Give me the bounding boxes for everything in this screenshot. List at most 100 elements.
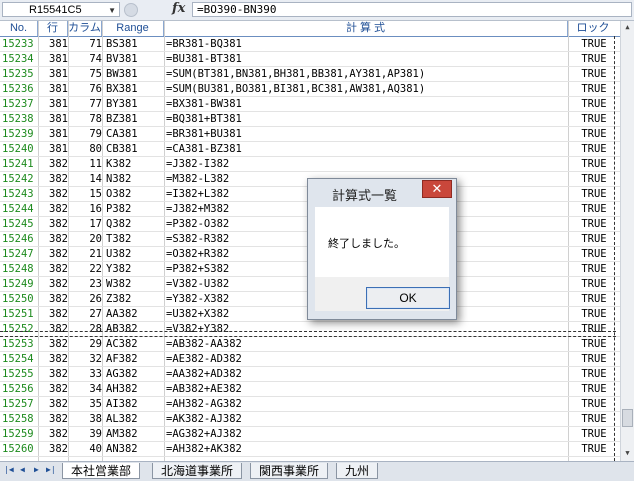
cell-row[interactable]: 382	[38, 202, 68, 216]
cell-col[interactable]: 11	[68, 157, 102, 171]
cell-lock[interactable]: TRUE	[570, 247, 618, 261]
cell-no[interactable]: 15239	[2, 127, 40, 141]
table-row[interactable]: 15253 382 29 AC382 =AB382-AA382 TRUE	[0, 337, 620, 352]
cell-col[interactable]: 75	[68, 67, 102, 81]
cell-col[interactable]: 34	[68, 382, 102, 396]
cell-formula[interactable]: =AB382-AA382	[166, 337, 566, 351]
header-range[interactable]: Range	[102, 21, 164, 36]
cell-col[interactable]: 76	[68, 82, 102, 96]
table-row[interactable]: 15240 381 80 CB381 =CA381-BZ381 TRUE	[0, 142, 620, 157]
cell-row[interactable]: 381	[38, 127, 68, 141]
cell-lock[interactable]: TRUE	[570, 202, 618, 216]
cell-range[interactable]: K382	[106, 157, 162, 171]
cell-no[interactable]: 15235	[2, 67, 40, 81]
cell-col[interactable]: 17	[68, 217, 102, 231]
cell-row[interactable]: 382	[38, 367, 68, 381]
last-sheet-icon[interactable]: ▶|	[46, 465, 56, 474]
cell-no[interactable]: 15233	[2, 37, 40, 51]
scrollbar-thumb[interactable]	[622, 409, 633, 427]
cell-lock[interactable]: TRUE	[570, 367, 618, 381]
cell-col[interactable]: 23	[68, 277, 102, 291]
cell-lock[interactable]: TRUE	[570, 37, 618, 51]
cell-range[interactable]: Y382	[106, 262, 162, 276]
cell-formula[interactable]: =BX381-BW381	[166, 97, 566, 111]
table-row[interactable]: 15233 381 71 BS381 =BR381-BQ381 TRUE	[0, 37, 620, 52]
header-col[interactable]: カラム	[68, 21, 102, 36]
cell-row[interactable]: 382	[38, 412, 68, 426]
cell-range[interactable]: BV381	[106, 52, 162, 66]
cell-row[interactable]: 382	[38, 307, 68, 321]
cell-range[interactable]: CB381	[106, 142, 162, 156]
cell-col[interactable]: 77	[68, 97, 102, 111]
cell-row[interactable]: 381	[38, 97, 68, 111]
cell-lock[interactable]: TRUE	[570, 412, 618, 426]
table-row[interactable]: 15234 381 74 BV381 =BU381-BT381 TRUE	[0, 52, 620, 67]
cell-row[interactable]: 382	[38, 337, 68, 351]
header-lock[interactable]: ロック	[568, 21, 618, 36]
cell-lock[interactable]: TRUE	[570, 397, 618, 411]
cell-row[interactable]: 382	[38, 427, 68, 441]
ok-button[interactable]: OK	[366, 287, 450, 309]
cell-range[interactable]: T382	[106, 232, 162, 246]
scroll-down-icon[interactable]: ▼	[621, 447, 634, 460]
cell-col[interactable]: 80	[68, 142, 102, 156]
cell-no[interactable]: 15241	[2, 157, 40, 171]
cell-formula[interactable]: =SUM(BT381,BN381,BH381,BB381,AY381,AP381…	[166, 67, 566, 81]
cell-formula[interactable]: =AH382-AG382	[166, 397, 566, 411]
cell-row[interactable]: 382	[38, 352, 68, 366]
next-sheet-icon[interactable]: ▶	[34, 465, 39, 474]
table-row[interactable]: 15259 382 39 AM382 =AG382+AJ382 TRUE	[0, 427, 620, 442]
cell-range[interactable]: CA381	[106, 127, 162, 141]
cell-range[interactable]: AI382	[106, 397, 162, 411]
cell-no[interactable]: 15243	[2, 187, 40, 201]
cell-col[interactable]: 16	[68, 202, 102, 216]
cell-row[interactable]: 382	[38, 382, 68, 396]
cell-no[interactable]: 15258	[2, 412, 40, 426]
cell-range[interactable]: U382	[106, 247, 162, 261]
cell-range[interactable]: AC382	[106, 337, 162, 351]
cell-formula[interactable]: =AB382+AE382	[166, 382, 566, 396]
cell-formula[interactable]: =AH382+AK382	[166, 442, 566, 456]
table-row[interactable]: 15237 381 77 BY381 =BX381-BW381 TRUE	[0, 97, 620, 112]
cell-range[interactable]: AF382	[106, 352, 162, 366]
cell-lock[interactable]: TRUE	[570, 442, 618, 456]
header-formula[interactable]: 計 算 式	[164, 21, 568, 36]
cell-row[interactable]: 382	[38, 292, 68, 306]
table-row[interactable]: 15252 382 28 AB382 =V382+Y382 TRUE	[0, 322, 620, 337]
cell-col[interactable]: 78	[68, 112, 102, 126]
cell-no[interactable]: 15260	[2, 442, 40, 456]
cell-lock[interactable]: TRUE	[570, 217, 618, 231]
first-sheet-icon[interactable]: |◀	[4, 465, 14, 474]
cell-no[interactable]: 15252	[2, 322, 40, 336]
vertical-scrollbar[interactable]: ▲ ▼	[620, 21, 634, 461]
cell-no[interactable]: 15246	[2, 232, 40, 246]
cell-formula[interactable]: =BU381-BT381	[166, 52, 566, 66]
cell-row[interactable]: 381	[38, 37, 68, 51]
cell-lock[interactable]: TRUE	[570, 142, 618, 156]
cell-no[interactable]: 15234	[2, 52, 40, 66]
cell-range[interactable]: AM382	[106, 427, 162, 441]
cell-formula[interactable]: =SUM(BU381,BO381,BI381,BC381,AW381,AQ381…	[166, 82, 566, 96]
cell-lock[interactable]: TRUE	[570, 382, 618, 396]
cell-row[interactable]: 381	[38, 112, 68, 126]
cell-col[interactable]: 28	[68, 322, 102, 336]
cell-lock[interactable]: TRUE	[570, 97, 618, 111]
cell-no[interactable]: 15249	[2, 277, 40, 291]
table-row[interactable]: 15257 382 35 AI382 =AH382-AG382 TRUE	[0, 397, 620, 412]
sheet-tab-2[interactable]: 北海道事業所	[152, 463, 243, 479]
cell-no[interactable]: 15236	[2, 82, 40, 96]
cell-row[interactable]: 381	[38, 67, 68, 81]
cell-range[interactable]: W382	[106, 277, 162, 291]
cell-no[interactable]: 15244	[2, 202, 40, 216]
cell-range[interactable]: AL382	[106, 412, 162, 426]
cell-col[interactable]: 38	[68, 412, 102, 426]
cell-range[interactable]: Q382	[106, 217, 162, 231]
cell-lock[interactable]: TRUE	[570, 82, 618, 96]
sheet-tab-4[interactable]: 九州	[336, 463, 379, 479]
cell-col[interactable]: 71	[68, 37, 102, 51]
cell-row[interactable]: 382	[38, 262, 68, 276]
cell-range[interactable]: BY381	[106, 97, 162, 111]
cell-range[interactable]: N382	[106, 172, 162, 186]
insert-function-icon[interactable]: fx	[172, 1, 185, 16]
cell-formula[interactable]: =AG382+AJ382	[166, 427, 566, 441]
